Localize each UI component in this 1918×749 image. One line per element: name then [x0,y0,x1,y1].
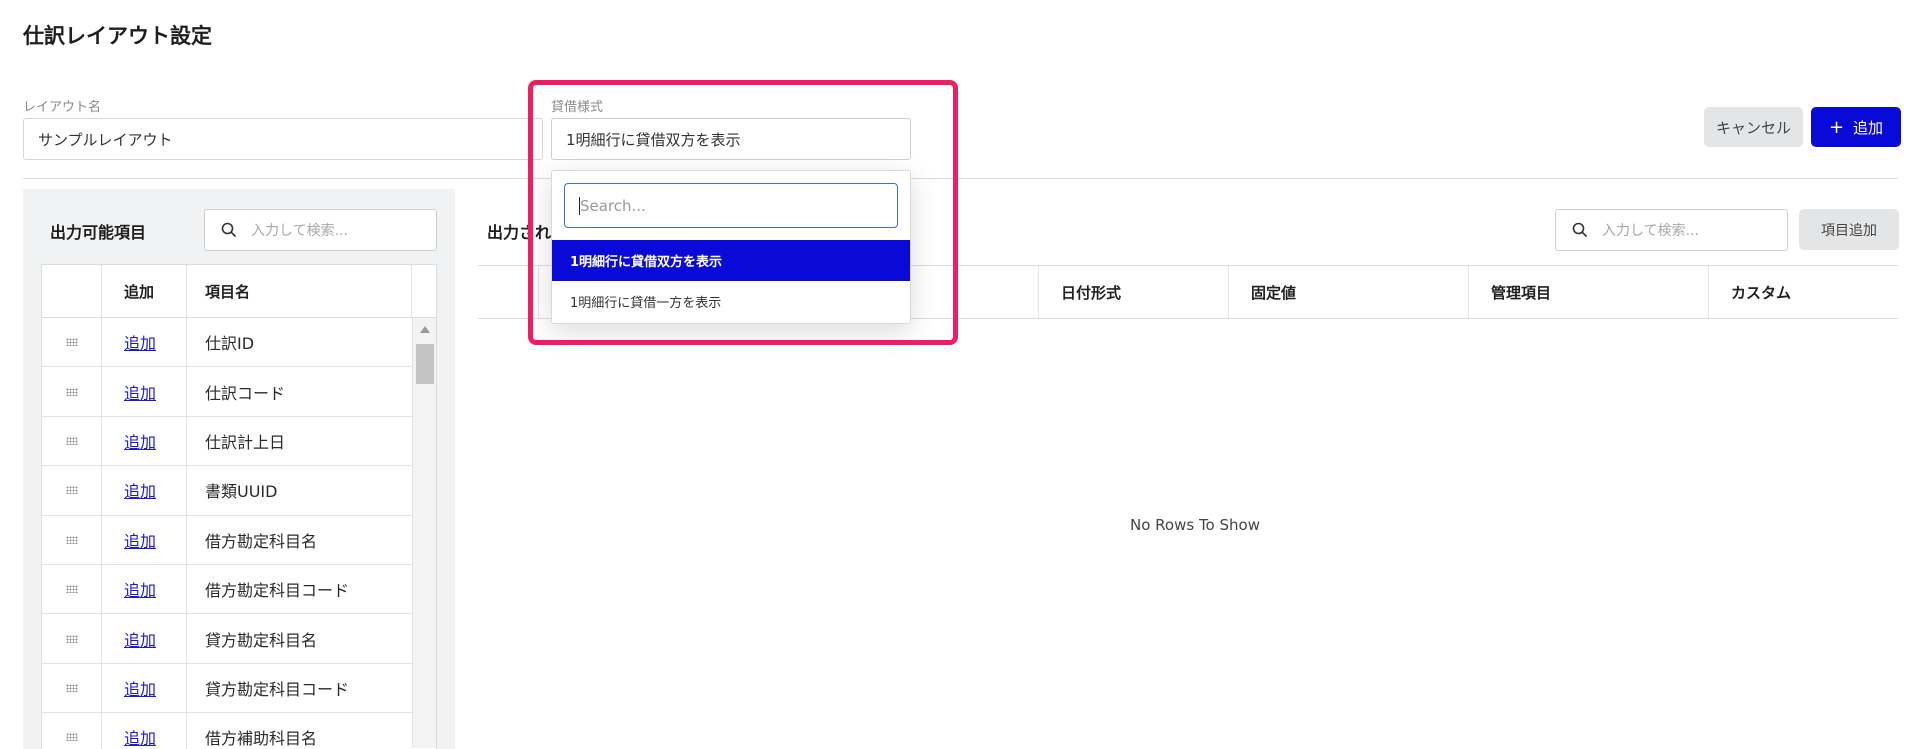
add-link[interactable]: 追加 [124,577,156,601]
scroll-thumb[interactable] [416,344,434,384]
table-row: 追加 貸方勘定科目コード [42,663,412,714]
item-name: 借方勘定科目名 [205,531,318,551]
available-items-title: 出力可能項目 [50,223,147,242]
available-items-panel: 出力可能項目 入力して検索... 追加 項目名 追加 仕訳ID 追加 仕訳コード [23,189,455,749]
output-col-date-format[interactable]: 日付形式 [1038,266,1228,318]
layout-name-input[interactable]: サンプルレイアウト [23,118,543,160]
available-items-grid: 追加 項目名 追加 仕訳ID 追加 仕訳コード 追加 仕訳計上日 追加 書類UU… [41,264,437,749]
output-col-custom[interactable]: カスタム [1708,266,1898,318]
plus-icon: + [1828,116,1845,138]
table-row: 追加 借方補助科目名 [42,713,412,749]
table-row: 追加 借方勘定科目コード [42,564,412,615]
drag-handle-icon[interactable] [42,416,102,466]
layout-name-label: レイアウト名 [23,100,102,115]
empty-state-text: No Rows To Show [1130,516,1260,534]
grid-body: 追加 仕訳ID 追加 仕訳コード 追加 仕訳計上日 追加 書類UUID 追加 借… [42,318,436,749]
table-row: 追加 書類UUID [42,466,412,516]
table-row: 追加 仕訳計上日 [42,416,412,467]
item-name: 借方補助科目名 [205,729,318,749]
search-icon [221,222,237,238]
search-icon [1572,222,1588,238]
add-link[interactable]: 追加 [124,478,156,502]
search-placeholder: 入力して検索... [1602,223,1699,239]
drag-handle-icon[interactable] [42,367,102,416]
drag-handle-icon[interactable] [42,713,102,749]
item-name: 借方勘定科目コード [205,581,350,601]
item-name: 仕訳コード [205,383,286,403]
name-column-header[interactable]: 項目名 [187,265,412,317]
item-name: 仕訳計上日 [205,432,286,452]
output-col-management-item[interactable]: 管理項目 [1468,266,1708,318]
drag-handle-icon[interactable] [42,614,102,663]
item-name: 貸方勘定科目名 [205,630,318,650]
cancel-button[interactable]: キャンセル [1704,107,1803,147]
drag-handle-icon[interactable] [42,663,102,713]
add-button[interactable]: + 追加 [1811,107,1901,147]
add-item-button[interactable]: 項目追加 [1799,209,1899,250]
page-title: 仕訳レイアウト設定 [23,24,212,48]
table-row: 追加 仕訳コード [42,367,412,417]
table-row: 追加 仕訳ID [42,318,412,368]
item-name: 仕訳ID [205,334,255,354]
add-link[interactable]: 追加 [124,528,156,552]
table-row: 追加 貸方勘定科目名 [42,614,412,664]
drag-handle-icon[interactable] [42,466,102,515]
scroll-up-arrow-icon[interactable] [420,326,430,333]
drag-handle-icon[interactable] [42,318,102,367]
grid-header: 追加 項目名 [42,265,436,318]
highlight-annotation [528,80,958,345]
add-link[interactable]: 追加 [124,627,156,651]
output-items-search[interactable]: 入力して検索... [1555,209,1788,251]
add-link[interactable]: 追加 [124,676,156,700]
add-link[interactable]: 追加 [124,330,156,354]
table-row: 追加 借方勘定科目名 [42,515,412,565]
item-name: 書類UUID [205,482,278,502]
add-column-header[interactable]: 追加 [102,265,187,317]
drag-handle-icon[interactable] [42,564,102,614]
add-link[interactable]: 追加 [124,429,156,453]
add-link[interactable]: 追加 [124,380,156,404]
item-name: 貸方勘定科目コード [205,679,350,699]
add-button-label: 追加 [1853,118,1884,137]
search-placeholder: 入力して検索... [251,223,348,239]
output-col-fixed-value[interactable]: 固定値 [1228,266,1468,318]
add-link[interactable]: 追加 [124,725,156,749]
drag-handle-icon[interactable] [42,515,102,564]
vertical-scrollbar[interactable] [412,318,436,748]
section-divider [23,178,1898,179]
available-items-search[interactable]: 入力して検索... [204,209,437,251]
drag-column-header [42,265,102,317]
